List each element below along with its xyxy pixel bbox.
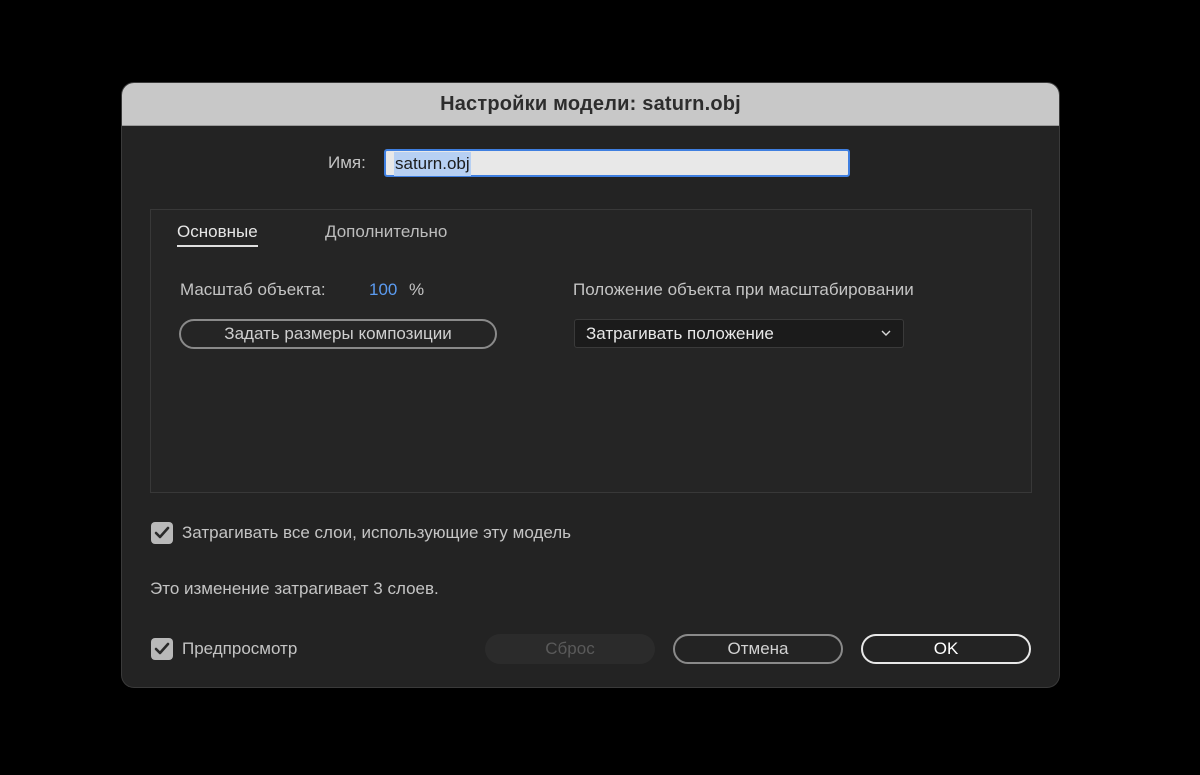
affect-all-layers-checkbox[interactable]	[151, 522, 173, 544]
object-scale-unit: %	[409, 280, 425, 299]
model-settings-dialog: Настройки модели: saturn.obj Имя: saturn…	[122, 83, 1059, 687]
reset-button[interactable]: Сброс	[485, 634, 655, 664]
tab-basic[interactable]: Основные	[177, 222, 258, 247]
dialog-title: Настройки модели: saturn.obj	[440, 92, 741, 115]
chevron-down-icon	[881, 330, 891, 336]
ok-button[interactable]: OK	[861, 634, 1031, 664]
object-scale-label: Масштаб объекта:	[180, 280, 326, 299]
affect-all-layers-label[interactable]: Затрагивать все слои, использующие эту м…	[182, 523, 571, 543]
scale-position-select-value: Затрагивать положение	[586, 323, 774, 343]
reset-button-label: Сброс	[545, 639, 595, 658]
preview-label[interactable]: Предпросмотр	[182, 639, 297, 659]
set-comp-size-button[interactable]: Задать размеры композиции	[179, 319, 497, 349]
settings-panel: Основные Дополнительно Масштаб объекта: …	[150, 209, 1032, 493]
checkmark-icon	[154, 642, 170, 655]
dialog-titlebar[interactable]: Настройки модели: saturn.obj	[122, 83, 1059, 126]
scale-position-label: Положение объекта при масштабировании	[573, 280, 914, 299]
set-comp-size-button-label: Задать размеры композиции	[224, 324, 452, 343]
preview-checkbox[interactable]	[151, 638, 173, 660]
ok-button-label: OK	[933, 639, 959, 658]
cancel-button[interactable]: Отмена	[673, 634, 843, 664]
checkmark-icon	[154, 526, 170, 539]
affected-layers-info: Это изменение затрагивает 3 слоев.	[150, 579, 439, 598]
name-input-value[interactable]: saturn.obj	[394, 152, 471, 176]
scale-position-select[interactable]: Затрагивать положение	[574, 319, 904, 348]
cancel-button-label: Отмена	[727, 639, 789, 658]
object-scale-value[interactable]: 100	[369, 280, 397, 300]
tab-advanced[interactable]: Дополнительно	[325, 222, 447, 242]
name-label: Имя:	[328, 153, 366, 172]
